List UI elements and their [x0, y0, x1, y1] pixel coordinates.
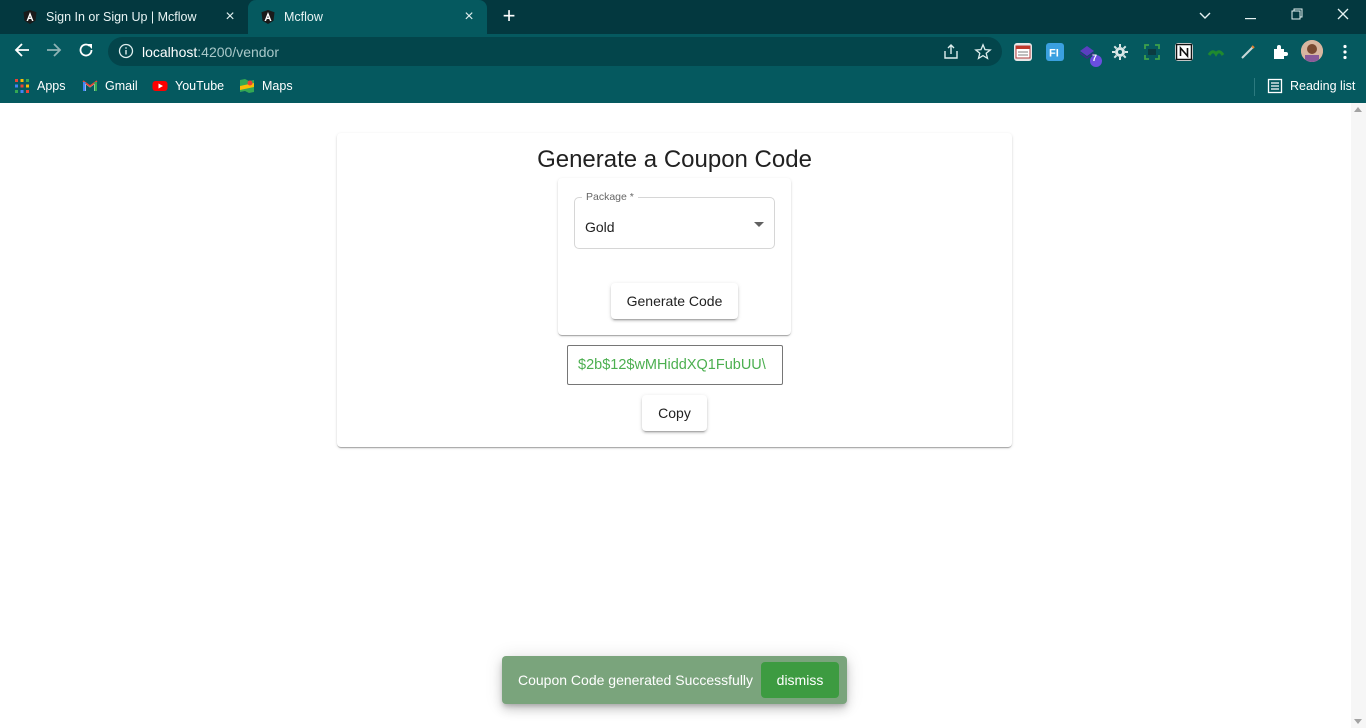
tab-sign-in[interactable]: Sign In or Sign Up | Mcflow × — [8, 0, 248, 34]
snackbar: Coupon Code generated Successfully dismi… — [502, 656, 847, 704]
new-tab-icon[interactable]: + — [498, 5, 520, 27]
bookmarks-separator — [1254, 78, 1255, 96]
page-title: Generate a Coupon Code — [537, 146, 812, 173]
pen-extension-icon[interactable] — [1239, 43, 1257, 61]
tab-search-chevron-icon[interactable] — [1192, 4, 1218, 26]
bookmark-star-icon[interactable] — [974, 43, 992, 61]
back-icon[interactable] — [10, 41, 34, 63]
close-tab-icon[interactable]: × — [461, 9, 477, 25]
snackbar-message: Coupon Code generated Successfully — [518, 672, 754, 688]
page-scrollbar[interactable] — [1351, 103, 1366, 728]
youtube-icon — [152, 81, 168, 91]
svg-text:FI: FI — [1049, 48, 1059, 60]
more-menu-icon[interactable] — [1336, 43, 1354, 61]
reading-list-icon — [1267, 78, 1283, 94]
url-path: :4200/vendor — [197, 44, 279, 60]
apps-grid-icon — [15, 79, 29, 93]
screen-capture-extension-icon[interactable] — [1143, 43, 1161, 61]
page-content: Generate a Coupon Code Package * Gold Ge… — [0, 103, 1366, 728]
fi-extension-icon[interactable]: FI — [1046, 43, 1064, 61]
close-window-icon[interactable] — [1330, 4, 1356, 26]
extension-with-badge-icon[interactable]: 7 — [1078, 43, 1102, 67]
restore-icon[interactable] — [1284, 4, 1310, 26]
site-info-icon[interactable] — [118, 43, 134, 59]
generate-code-button[interactable]: Generate Code — [611, 283, 738, 319]
tab-mcflow[interactable]: Mcflow × — [248, 0, 487, 34]
package-select[interactable]: Package * Gold — [574, 191, 775, 249]
tab-title: Sign In or Sign Up | Mcflow — [46, 10, 197, 24]
bookmark-label: Gmail — [105, 79, 138, 93]
package-value: Gold — [585, 219, 615, 235]
puzzle-extensions-icon[interactable] — [1271, 43, 1289, 61]
gmail-icon — [82, 80, 98, 91]
url-host: localhost — [142, 44, 198, 60]
minimize-icon[interactable] — [1238, 4, 1264, 26]
address-bar[interactable]: localhost:4200/vendor — [108, 37, 1002, 66]
tab-strip: Sign In or Sign Up | Mcflow × Mcflow × + — [0, 0, 1366, 34]
bookmark-label: Apps — [37, 79, 66, 93]
coupon-code-field[interactable]: $2b$12$wMHiddXQ1FubUU\ — [567, 345, 783, 385]
package-label: Package * — [582, 191, 638, 203]
angular-icon — [23, 10, 37, 24]
package-card: Package * Gold Generate Code — [558, 178, 791, 335]
bookmarks-bar: Apps Gmail YouTube Maps Reading list — [0, 70, 1366, 103]
reading-list-button[interactable]: Reading list — [1267, 77, 1355, 95]
green-extension-icon[interactable] — [1207, 43, 1225, 61]
coupon-card: Generate a Coupon Code Package * Gold Ge… — [337, 133, 1012, 447]
dropdown-arrow-icon[interactable] — [754, 222, 764, 227]
dismiss-button[interactable]: dismiss — [761, 662, 839, 698]
profile-avatar[interactable] — [1301, 40, 1323, 62]
bookmark-maps[interactable]: Maps — [239, 77, 293, 95]
scroll-down-arrow-icon[interactable] — [1354, 719, 1362, 724]
gear-extension-icon[interactable] — [1111, 43, 1129, 61]
close-tab-icon[interactable]: × — [222, 9, 238, 25]
reading-list-label: Reading list — [1290, 79, 1356, 93]
bookmark-youtube[interactable]: YouTube — [152, 77, 224, 95]
share-icon[interactable] — [942, 43, 960, 61]
url-text[interactable]: localhost:4200/vendor — [142, 44, 279, 60]
bookmark-gmail[interactable]: Gmail — [82, 77, 138, 95]
angular-icon — [261, 10, 275, 24]
tab-title: Mcflow — [284, 10, 323, 24]
reload-icon[interactable] — [74, 41, 98, 63]
scroll-up-arrow-icon[interactable] — [1354, 107, 1362, 112]
bookmark-apps[interactable]: Apps — [14, 77, 66, 95]
calendar-extension-icon[interactable] — [1014, 43, 1032, 61]
maps-icon — [240, 79, 254, 93]
copy-button[interactable]: Copy — [642, 395, 707, 431]
extension-badge: 7 — [1092, 53, 1098, 63]
bookmark-label: Maps — [262, 79, 293, 93]
bookmark-label: YouTube — [175, 79, 225, 93]
notion-extension-icon[interactable] — [1175, 43, 1193, 61]
forward-icon[interactable] — [42, 41, 66, 63]
browser-toolbar: localhost:4200/vendor FI 7 — [0, 34, 1366, 70]
